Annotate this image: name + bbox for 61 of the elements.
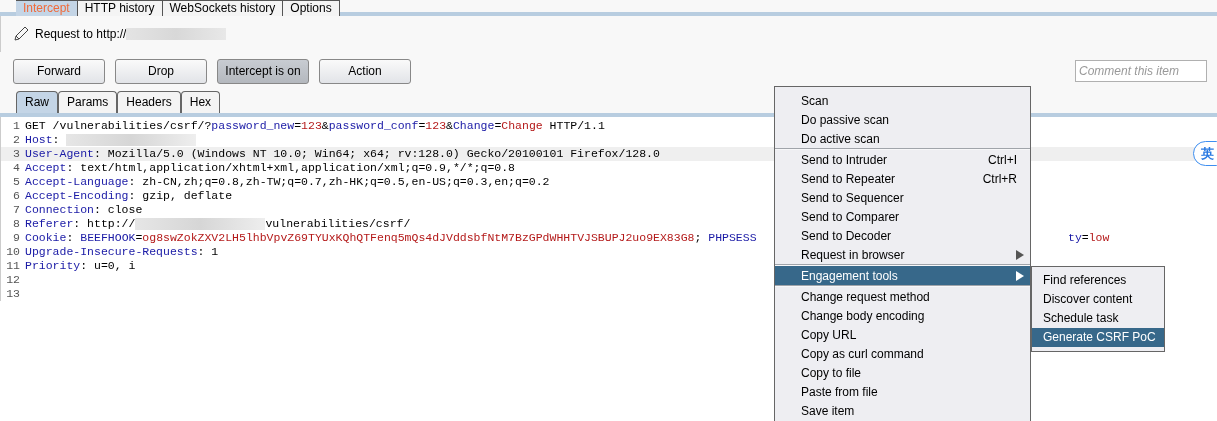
menu-item[interactable]: Do passive scan — [775, 110, 1030, 129]
code-line: Connection: close — [25, 203, 143, 217]
tab[interactable]: HTTP history — [77, 0, 163, 16]
comment-field[interactable]: Comment this item — [1075, 60, 1207, 82]
menu-item[interactable]: Generate CSRF PoC — [1032, 328, 1164, 347]
input-method-indicator[interactable]: 英 — [1193, 141, 1217, 166]
toolbar-button[interactable]: Drop — [115, 58, 207, 84]
menu-item[interactable]: Send to Repeater Ctrl+R — [775, 169, 1030, 188]
menu-item[interactable]: Schedule task — [1032, 309, 1164, 328]
menu-item[interactable]: Engagement tools — [775, 266, 1030, 285]
code-line: Referer: http:// vulnerabilities/csrf/ — [25, 217, 411, 231]
view-tab[interactable]: Raw — [16, 91, 58, 113]
toolbar-button[interactable]: Forward — [13, 58, 105, 84]
line-number: 3 — [12, 147, 21, 161]
menu-item[interactable]: Scan — [775, 91, 1030, 110]
code-line: GET /vulnerabilities/csrf/?password_new=123&password_conf=123&Change=Change HTTP/1.1 — [25, 119, 605, 133]
line-number: 7 — [12, 203, 21, 217]
line-number: 4 — [12, 161, 21, 175]
menu-item[interactable]: Copy to file — [775, 363, 1030, 382]
menu-item[interactable]: Change request method — [775, 287, 1030, 306]
line-number: 11 — [5, 259, 21, 273]
line-number: 9 — [12, 231, 21, 245]
view-tab[interactable]: Headers — [117, 91, 181, 113]
line-number: 5 — [12, 175, 21, 189]
pencil-icon — [13, 26, 29, 42]
menu-item[interactable]: Send to Comparer — [775, 207, 1030, 226]
line-number: 2 — [12, 133, 21, 147]
menu-item[interactable]: Request in browser — [775, 245, 1030, 264]
line-number: 8 — [12, 217, 21, 231]
view-tab[interactable]: Params — [58, 91, 118, 113]
menu-item[interactable]: Send to Intruder Ctrl+I — [775, 150, 1030, 169]
toolbar-button[interactable]: Action — [319, 58, 411, 84]
code-line: Cookie: BEEFHOOK=og8swZokZXV2LH5lhbVpvZ69TYUxKQhQTFenq5mQs4dJVddsbfNtM7BzGPdWHHTVJSBUPJ2uo9EX83G8; PHPSESS — [25, 231, 757, 245]
menu-item[interactable]: Find references — [1032, 271, 1164, 290]
tab[interactable]: Options — [283, 0, 340, 16]
code-line: Upgrade-Insecure-Requests: 1 — [25, 245, 219, 259]
code-line: Accept-Encoding: gzip, deflate — [25, 189, 233, 203]
menu-item[interactable]: Save item — [775, 401, 1030, 420]
code-line: Host: — [25, 133, 197, 147]
menu-item[interactable]: Send to Sequencer — [775, 188, 1030, 207]
code-line: ty=low — [1068, 231, 1110, 245]
toolbar-button[interactable]: Intercept is on — [217, 58, 309, 84]
code-line: User-Agent: Mozilla/5.0 (Windows NT 10.0; Win64; x64; rv:128.0) Gecko/20100101 Firefox/128.0 — [25, 147, 660, 161]
code-line: Accept-Language: zh-CN,zh;q=0.8,zh-TW;q=0.7,zh-HK;q=0.5,en-US;q=0.3,en;q=0.2 — [25, 175, 550, 189]
menu-item[interactable]: Do active scan — [775, 129, 1030, 148]
menu-item[interactable]: Paste from file — [775, 382, 1030, 401]
menu-item[interactable]: Discover content — [1032, 290, 1164, 309]
line-number: 13 — [5, 287, 21, 301]
view-tab[interactable]: Hex — [180, 91, 221, 113]
line-number: 1 — [12, 119, 21, 133]
tab[interactable]: WebSockets history — [162, 0, 284, 16]
menu-item[interactable]: Change body encoding — [775, 306, 1030, 325]
line-number: 10 — [5, 245, 21, 259]
line-number: 6 — [12, 189, 21, 203]
menu-item[interactable]: Send to Decoder — [775, 226, 1030, 245]
code-line: Accept: text/html,application/xhtml+xml,application/xml;q=0.9,*/*;q=0.8 — [25, 161, 515, 175]
line-number: 12 — [5, 273, 21, 287]
request-url: Request to http:// — [35, 25, 227, 43]
menu-item[interactable]: Copy as curl command — [775, 344, 1030, 363]
menu-item[interactable]: Copy URL — [775, 325, 1030, 344]
code-line: Priority: u=0, i — [25, 259, 136, 273]
